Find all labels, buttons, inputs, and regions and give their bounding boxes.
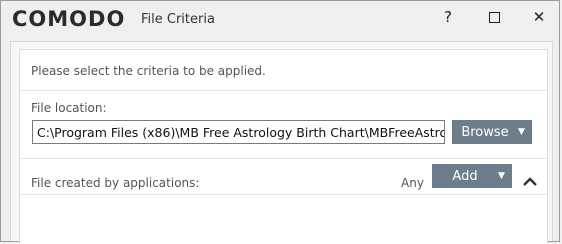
divider [20,158,547,159]
add-label: Add [452,168,478,184]
maximize-icon [488,11,500,23]
criteria-box: Please select the criteria to be applied… [19,49,548,244]
dropdown-arrow-icon: ▼ [518,127,525,137]
dropdown-arrow-icon: ▼ [498,171,505,181]
title-bar: COMODO File Criteria ? ✕ [1,1,559,37]
created-by-label: File created by applications: [31,176,200,190]
file-location-label: File location: [31,101,107,115]
browse-button[interactable]: Browse ▼ [452,120,532,144]
dialog-title: File Criteria [141,12,215,27]
divider [20,90,547,91]
close-button[interactable]: ✕ [519,5,559,29]
created-by-status: Any [401,176,424,190]
divider [20,194,547,195]
collapse-chevron-icon[interactable] [521,173,539,191]
help-button[interactable]: ? [428,5,468,29]
comodo-logo: COMODO [12,7,126,31]
file-criteria-dialog: COMODO File Criteria ? ✕ Please select t… [0,0,560,244]
add-button[interactable]: Add ▼ [432,164,512,188]
browse-label: Browse [461,124,509,140]
content-panel: Please select the criteria to be applied… [10,41,553,244]
instruction-text: Please select the criteria to be applied… [31,64,266,78]
file-location-input[interactable]: C:\Program Files (x86)\MB Free Astrology… [32,120,445,144]
maximize-button[interactable] [474,5,514,29]
